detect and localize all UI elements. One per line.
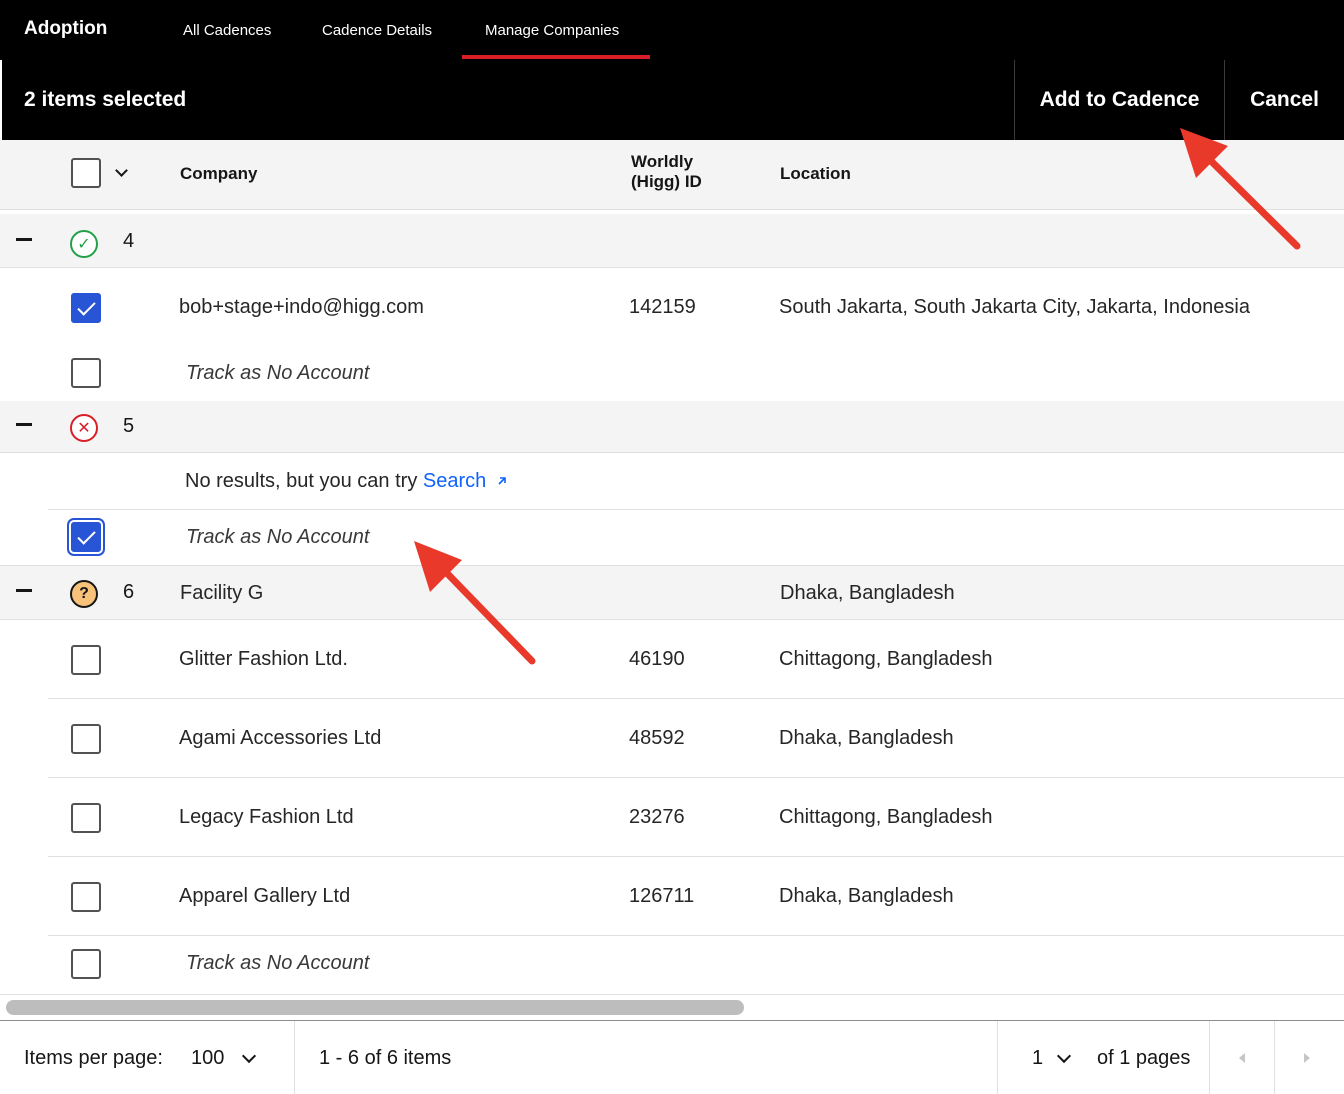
active-tab-indicator — [462, 55, 650, 59]
group-number: 4 — [123, 230, 135, 252]
group-row: ? 6 Facility G Dhaka, Bangladesh — [0, 565, 1344, 620]
total-pages: of 1 pages — [1097, 1047, 1191, 1069]
item-range: 1 - 6 of 6 items — [319, 1047, 452, 1069]
company-name: Agami Accessories Ltd — [179, 727, 382, 749]
worldly-id: 142159 — [629, 296, 696, 318]
chevron-down-icon[interactable] — [1056, 1048, 1072, 1064]
table-row: No results, but you can try Search — [0, 453, 1344, 510]
cancel-button[interactable]: Cancel — [1224, 60, 1344, 140]
group-company-name: Facility G — [180, 582, 264, 604]
items-per-page-label: Items per page: — [24, 1047, 163, 1069]
track-as-no-account: Track as No Account — [186, 952, 370, 974]
question-circle-icon: ? — [70, 580, 98, 608]
tab-cadence-details[interactable]: Cadence Details — [322, 22, 432, 39]
track-as-no-account: Track as No Account — [186, 526, 370, 548]
group-number: 5 — [123, 415, 135, 437]
caret-left-icon — [1239, 1053, 1245, 1063]
worldly-id: 46190 — [629, 648, 685, 670]
table-row: Track as No Account — [0, 510, 1344, 565]
tab-all-cadences[interactable]: All Cadences — [183, 22, 271, 39]
no-results-message: No results, but you can try Search — [185, 470, 508, 493]
table-row: Track as No Account — [0, 348, 1344, 401]
location: South Jakarta, South Jakarta City, Jakar… — [779, 296, 1250, 318]
row-checkbox[interactable] — [71, 358, 101, 388]
row-checkbox[interactable] — [71, 949, 101, 979]
batch-action-bar: 2 items selected Add to Cadence Cancel — [2, 60, 1344, 140]
external-link-icon[interactable] — [496, 475, 508, 487]
table-row: Track as No Account — [0, 936, 1344, 994]
column-header-location[interactable]: Location — [780, 164, 851, 184]
top-navigation: Adoption All Cadences Cadence Details Ma… — [0, 0, 1344, 60]
items-per-page-select[interactable]: 100 — [191, 1047, 224, 1070]
add-to-cadence-button[interactable]: Add to Cadence — [1014, 60, 1224, 140]
location: Chittagong, Bangladesh — [779, 648, 993, 670]
track-as-no-account: Track as No Account — [186, 362, 370, 384]
table-row: Legacy Fashion Ltd 23276 Chittagong, Ban… — [0, 778, 1344, 857]
group-location: Dhaka, Bangladesh — [780, 582, 955, 604]
worldly-id: 23276 — [629, 806, 685, 828]
collapse-icon[interactable] — [16, 423, 32, 426]
selected-count: 2 items selected — [24, 88, 187, 111]
company-name: Apparel Gallery Ltd — [179, 885, 351, 907]
check-circle-icon: ✓ — [70, 230, 98, 258]
row-checkbox[interactable] — [71, 293, 101, 323]
collapse-icon[interactable] — [16, 238, 32, 241]
page-select[interactable]: 1 — [1032, 1047, 1043, 1070]
location: Chittagong, Bangladesh — [779, 806, 993, 828]
table-row: bob+stage+indo@higg.com 142159 South Jak… — [0, 268, 1344, 348]
column-header-worldly-id[interactable]: Worldly (Higg) ID — [631, 152, 702, 192]
row-checkbox[interactable] — [71, 522, 101, 552]
scrollbar-thumb[interactable] — [6, 1000, 744, 1015]
row-checkbox[interactable] — [71, 803, 101, 833]
select-all-checkbox[interactable] — [71, 158, 101, 188]
app-title: Adoption — [24, 18, 108, 39]
horizontal-scrollbar[interactable] — [0, 994, 1344, 1020]
error-circle-icon: ✕ — [70, 414, 98, 442]
company-name: Glitter Fashion Ltd. — [179, 648, 348, 670]
company-name: Legacy Fashion Ltd — [179, 806, 354, 828]
group-number: 6 — [123, 581, 135, 603]
caret-right-icon — [1304, 1053, 1310, 1063]
group-row: ✕ 5 — [0, 401, 1344, 453]
chevron-down-icon[interactable] — [241, 1048, 257, 1064]
chevron-down-icon[interactable] — [115, 164, 128, 177]
company-name: bob+stage+indo@higg.com — [179, 296, 424, 318]
group-row: ✓ 4 — [0, 214, 1344, 268]
previous-page-button[interactable] — [1210, 1021, 1274, 1094]
row-checkbox[interactable] — [71, 882, 101, 912]
worldly-id: 48592 — [629, 727, 685, 749]
next-page-button[interactable] — [1275, 1021, 1339, 1094]
location: Dhaka, Bangladesh — [779, 885, 954, 907]
search-link[interactable]: Search — [423, 470, 486, 492]
table-row: Apparel Gallery Ltd 126711 Dhaka, Bangla… — [0, 857, 1344, 936]
table-row: Agami Accessories Ltd 48592 Dhaka, Bangl… — [0, 699, 1344, 778]
collapse-icon[interactable] — [16, 589, 32, 592]
table-header: Company Worldly (Higg) ID Location — [0, 140, 1344, 210]
pagination: Items per page: 100 1 - 6 of 6 items 1 o… — [0, 1020, 1344, 1094]
row-checkbox[interactable] — [71, 645, 101, 675]
location: Dhaka, Bangladesh — [779, 727, 954, 749]
row-checkbox[interactable] — [71, 724, 101, 754]
worldly-id: 126711 — [629, 885, 695, 907]
column-header-company[interactable]: Company — [180, 164, 257, 184]
tab-manage-companies[interactable]: Manage Companies — [485, 22, 619, 39]
table-row: Glitter Fashion Ltd. 46190 Chittagong, B… — [0, 620, 1344, 699]
